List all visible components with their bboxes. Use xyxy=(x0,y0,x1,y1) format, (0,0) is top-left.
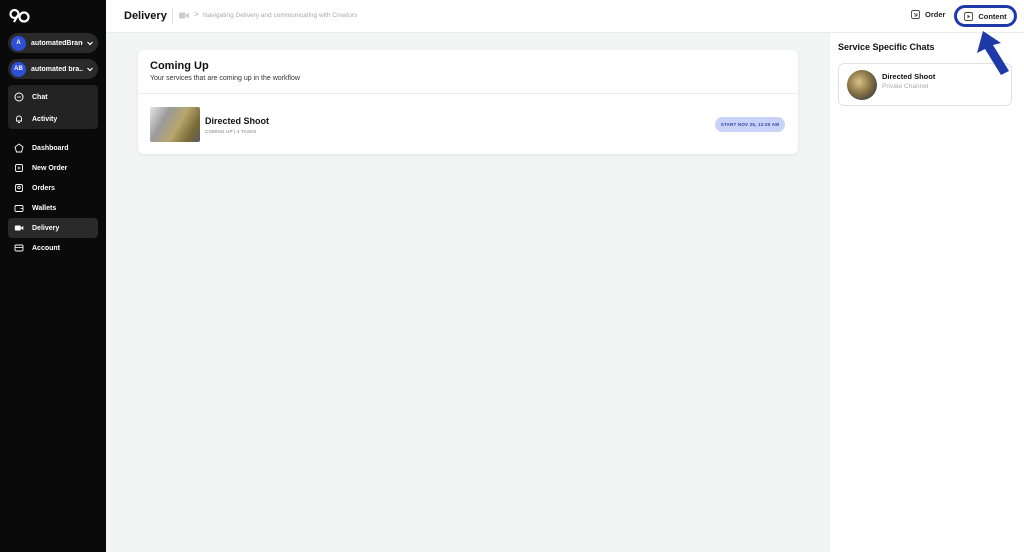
breadcrumb[interactable]: Navigating Delivery and communicating wi… xyxy=(203,12,357,19)
sidebar-item-label: Delivery xyxy=(32,224,60,232)
header-divider xyxy=(172,8,173,24)
account-switcher-brand[interactable]: A automatedBrand xyxy=(8,33,98,53)
chevron-down-icon xyxy=(87,41,93,46)
wallet-icon xyxy=(14,205,24,212)
account-icon xyxy=(14,244,24,252)
order-icon xyxy=(911,10,920,19)
delivery-icon xyxy=(14,225,24,231)
sidebar-item-chat[interactable]: Chat xyxy=(8,87,98,107)
sidebar: A automatedBrand AB automated bra... Cha… xyxy=(0,0,106,552)
brand-logo-icon[interactable] xyxy=(9,8,31,24)
card-title: Coming Up xyxy=(150,60,209,72)
sidebar-item-delivery[interactable]: Delivery xyxy=(8,218,98,238)
sidebar-item-label: Orders xyxy=(32,184,55,192)
sidebar-item-orders[interactable]: Orders xyxy=(8,178,98,198)
annotation-arrow-icon xyxy=(977,31,1009,75)
card-divider xyxy=(138,93,798,94)
video-icon xyxy=(179,12,189,19)
service-meta: COMING UP | 4 TASKS xyxy=(205,129,257,134)
content-button[interactable]: Content xyxy=(954,5,1017,27)
top-header: Delivery > Navigating Delivery and commu… xyxy=(106,0,1024,33)
coming-up-card: Coming Up Your services that are coming … xyxy=(138,50,798,154)
page-title: Delivery xyxy=(124,10,167,22)
avatar: AB xyxy=(11,61,26,77)
sidebar-item-activity[interactable]: Activity xyxy=(8,109,98,129)
sidebar-item-label: Activity xyxy=(32,115,58,123)
start-date-badge: START NOV 26, 12:00 AM xyxy=(715,117,785,132)
sidebar-item-label: Account xyxy=(32,244,60,252)
order-button-label: Order xyxy=(925,10,946,19)
avatar: A xyxy=(11,35,26,51)
sidebar-item-dashboard[interactable]: Dashboard xyxy=(8,138,98,158)
service-title[interactable]: Directed Shoot xyxy=(205,116,269,126)
sidebar-item-label: New Order xyxy=(32,164,68,172)
main-content: Coming Up Your services that are coming … xyxy=(106,33,830,552)
bell-icon xyxy=(16,115,22,123)
panel-title: Service Specific Chats xyxy=(838,42,935,52)
account-switcher-workspace[interactable]: AB automated bra... xyxy=(8,59,98,79)
chat-icon xyxy=(14,92,24,102)
chat-subtitle: Private Channel xyxy=(882,83,929,90)
service-chats-panel: Service Specific Chats Directed Shoot Pr… xyxy=(830,33,1024,552)
content-button-label: Content xyxy=(978,11,1007,21)
service-thumbnail[interactable] xyxy=(150,107,200,142)
chat-name: Directed Shoot xyxy=(882,72,936,81)
sidebar-item-wallets[interactable]: Wallets xyxy=(8,198,98,218)
account-name: automated bra... xyxy=(31,65,83,73)
card-subtitle: Your services that are coming up in the … xyxy=(150,75,300,82)
sidebar-item-label: Chat xyxy=(32,93,48,101)
account-name: automatedBrand xyxy=(31,39,83,47)
order-button[interactable]: Order xyxy=(911,10,945,19)
sidebar-item-label: Wallets xyxy=(32,204,57,212)
chevron-down-icon xyxy=(87,67,93,72)
dashboard-icon xyxy=(14,143,24,153)
new-order-icon xyxy=(15,164,23,172)
orders-icon xyxy=(15,184,23,192)
content-icon xyxy=(964,11,974,21)
sidebar-item-new-order[interactable]: New Order xyxy=(8,158,98,178)
chevron-right-icon: > xyxy=(194,10,199,19)
sidebar-item-account[interactable]: Account xyxy=(8,238,98,258)
chat-avatar xyxy=(847,70,877,100)
sidebar-item-label: Dashboard xyxy=(32,144,69,152)
